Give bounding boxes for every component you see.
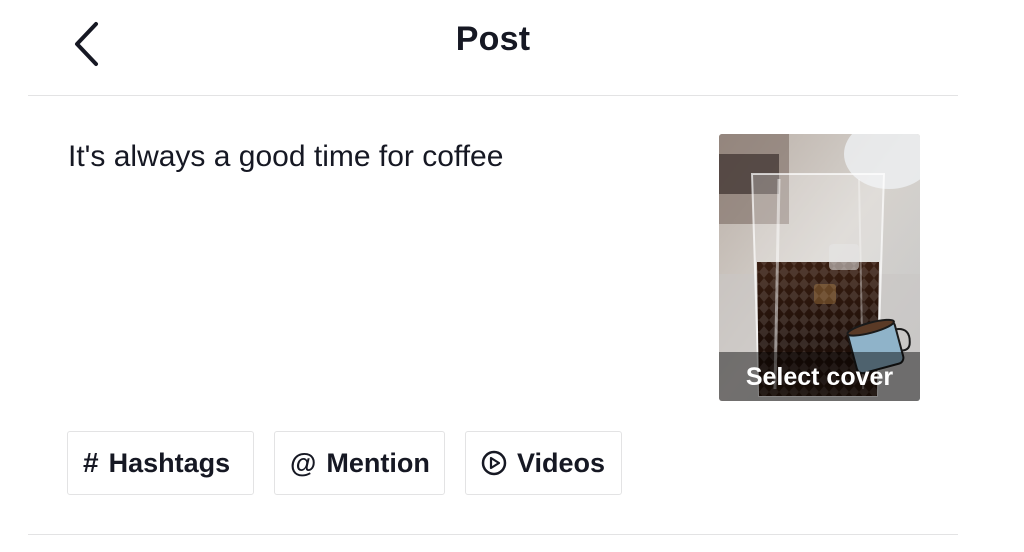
header-bar: Post [28,0,958,96]
mention-label: Mention [326,447,430,478]
hashtags-label: Hashtags [108,447,231,478]
mention-button[interactable]: @ Mention [274,431,445,495]
videos-label: Videos [517,447,606,478]
play-circle-icon [481,450,507,476]
post-screen: Post It's always a good time for coffee [0,0,1024,552]
select-cover-thumbnail[interactable]: Select cover [719,134,920,401]
at-sign-icon: @ [290,447,317,478]
videos-button[interactable]: Videos [465,431,622,495]
hashtags-button[interactable]: # Hashtags [67,431,254,495]
page-title: Post [455,20,531,58]
caption-input[interactable]: It's always a good time for coffee [68,135,688,405]
select-cover-label: Select cover [745,363,894,391]
hashtag-icon: # [83,447,99,478]
bottom-divider [28,534,958,535]
